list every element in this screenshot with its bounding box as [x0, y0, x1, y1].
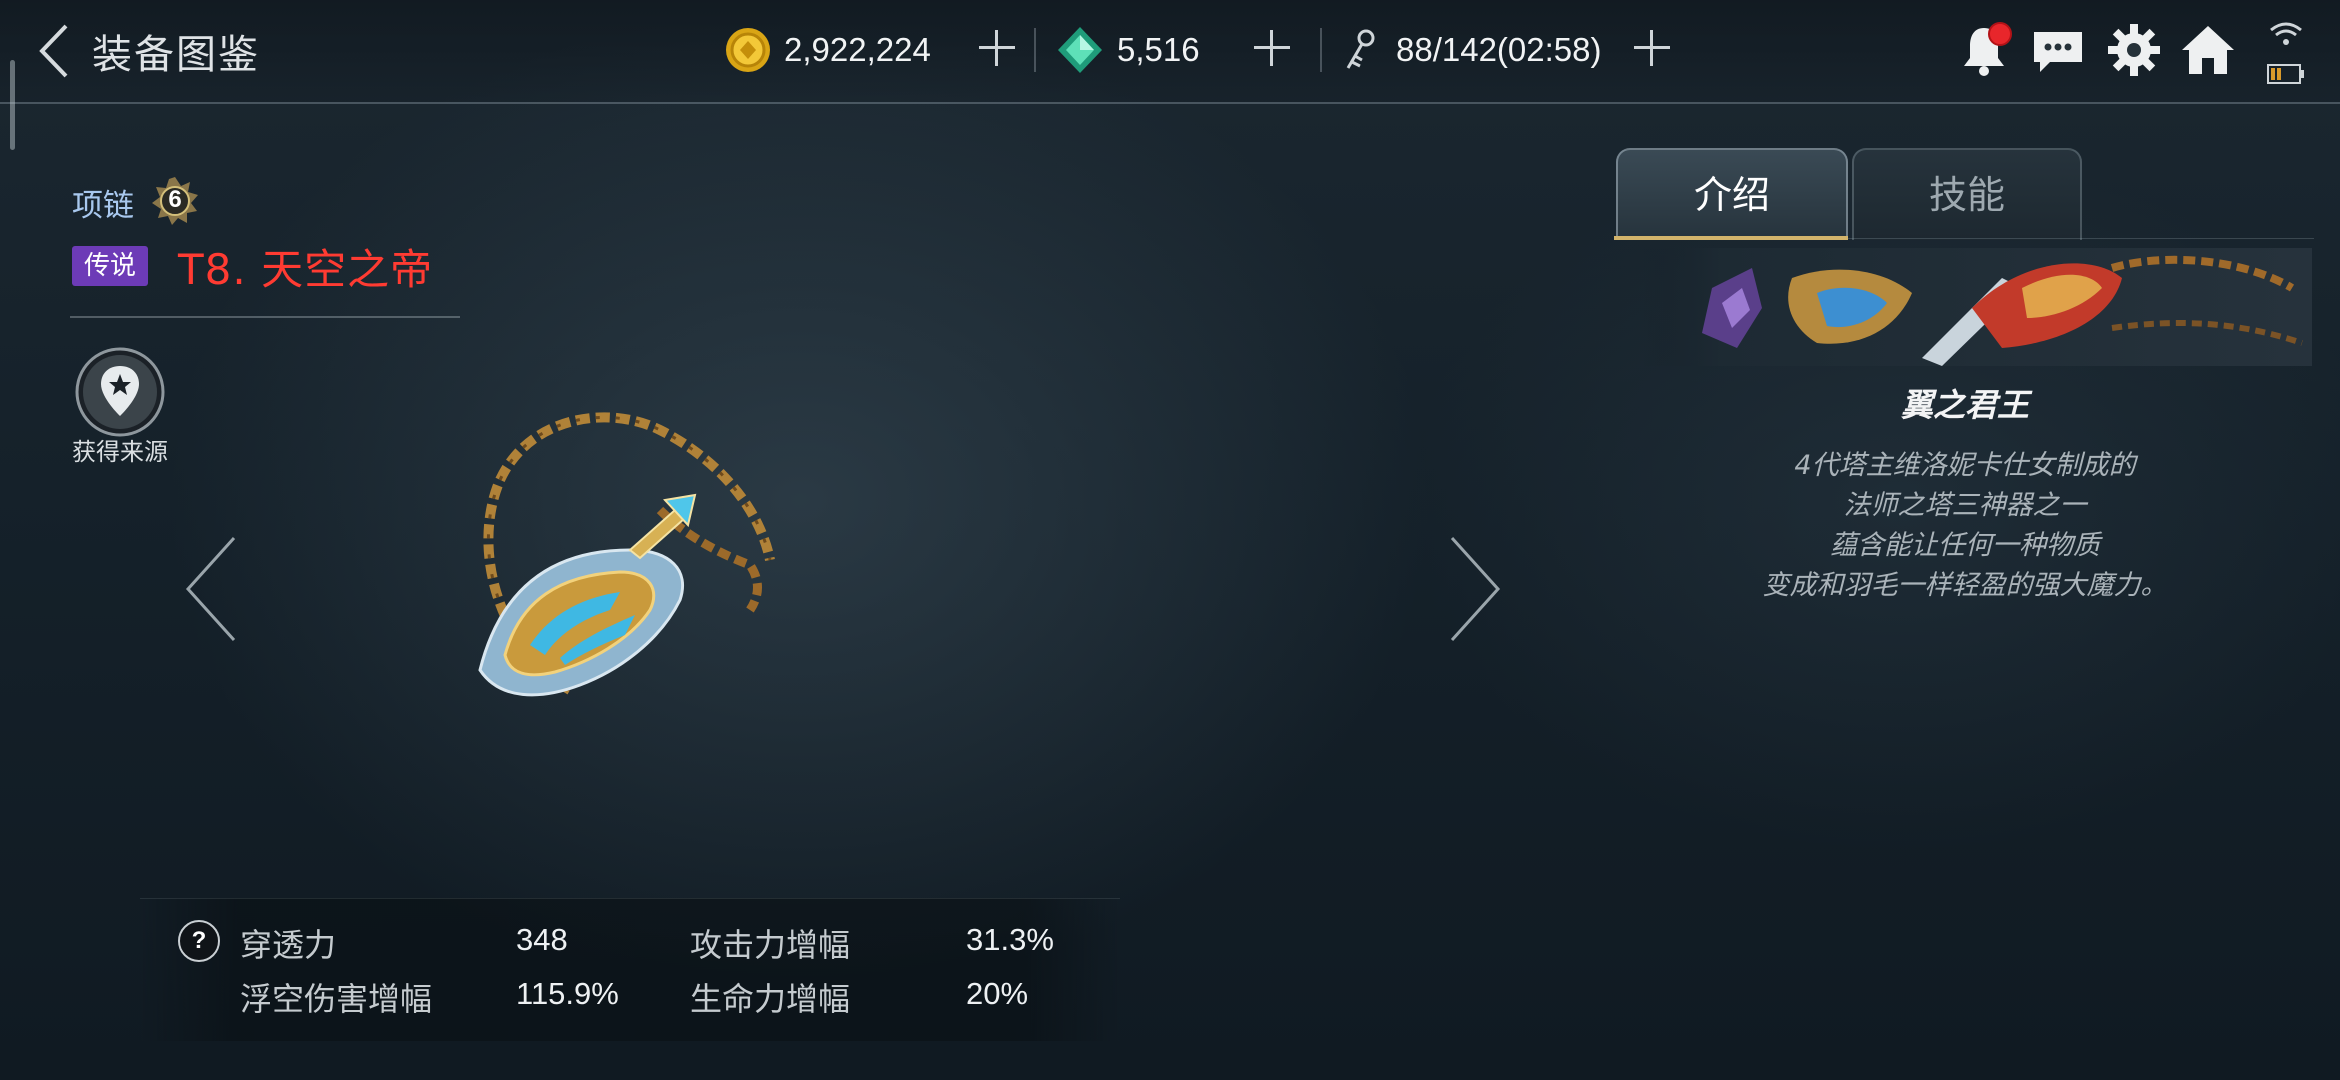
gem-icon	[1058, 27, 1102, 73]
description-line: 法师之塔三神器之一	[1843, 490, 2087, 521]
active-tab-indicator	[1614, 236, 1848, 240]
settings-button[interactable]	[2104, 20, 2164, 80]
source-label: 获得来源	[72, 438, 168, 466]
item-level: 6	[168, 186, 182, 213]
add-gold-button[interactable]	[975, 26, 1019, 70]
gold-coin-icon	[726, 28, 770, 72]
stat-value: 115.9%	[516, 976, 619, 1011]
gold-counter: 2,922,224	[724, 22, 931, 78]
name-divider	[70, 316, 460, 318]
stat-value: 31.3%	[966, 922, 1054, 957]
next-item-button[interactable]	[1444, 534, 1504, 644]
page-title: 装备图鉴	[92, 32, 260, 78]
prev-arrow-icon	[185, 536, 236, 642]
gem-value: 5,516	[1117, 31, 1200, 68]
stat-label: 浮空伤害增幅	[240, 980, 433, 1018]
next-arrow-icon	[1450, 536, 1501, 642]
item-name: T8. 天空之帝	[178, 245, 434, 294]
stat-label: 攻击力增幅	[690, 926, 851, 964]
description-line: 4代塔主维洛妮卡仕女制成的	[1794, 450, 2136, 481]
top-bar-divider	[0, 102, 2340, 104]
description-line: 蕴含能让任何一种物质	[1830, 530, 2100, 561]
item-type: 项链	[72, 188, 134, 224]
gear-icon	[2108, 24, 2160, 76]
stat-value: 348	[516, 922, 568, 957]
stat-label: 穿透力	[240, 926, 337, 964]
tab-intro[interactable]: 介绍	[1616, 148, 1848, 240]
gold-value: 2,922,224	[784, 31, 931, 68]
artifact-banner-image	[1642, 248, 2312, 366]
stats-help-button[interactable]: ?	[178, 920, 220, 962]
necklace-image	[478, 412, 775, 697]
chat-button[interactable]	[2028, 20, 2088, 80]
chat-icon	[2034, 32, 2082, 72]
add-gem-button[interactable]	[1250, 26, 1294, 70]
home-button[interactable]	[2178, 20, 2238, 80]
stat-value: 20%	[966, 976, 1029, 1011]
add-stamina-button[interactable]	[1630, 26, 1674, 70]
prev-item-button[interactable]	[182, 534, 242, 644]
stat-label: 生命力增幅	[690, 980, 851, 1018]
notification-badge	[1988, 22, 2012, 46]
stamina-counter: 88/142(02:58)	[1340, 22, 1602, 78]
help-icon: ?	[191, 927, 207, 954]
source-button[interactable]	[74, 346, 166, 438]
description-line: 变成和羽毛一样轻盈的强大魔力。	[1762, 570, 2168, 601]
battery-icon	[2267, 64, 2304, 84]
back-arrow-icon	[39, 24, 68, 78]
home-icon	[2182, 26, 2234, 74]
back-button[interactable]	[30, 18, 90, 84]
gem-counter: 5,516	[1055, 22, 1200, 78]
stamina-value: 88/142(02:58)	[1396, 31, 1602, 68]
description-title: 翼之君王	[1900, 386, 2029, 424]
wifi-icon	[2270, 22, 2302, 45]
divider	[1034, 28, 1036, 72]
stamina-key-icon	[1346, 29, 1375, 69]
source-pin-icon	[75, 347, 165, 437]
divider	[1320, 28, 1322, 72]
rarity-badge: 传说	[72, 246, 149, 286]
scroll-indicator	[10, 60, 15, 150]
tab-skills[interactable]: 技能	[1852, 148, 2082, 240]
